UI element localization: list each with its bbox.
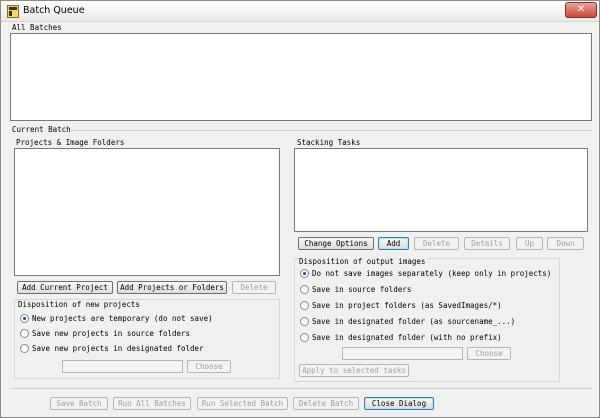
move-up-button[interactable]: Up bbox=[516, 237, 543, 250]
option-save-project-folders[interactable]: Save in project folders (as SavedImages/… bbox=[312, 301, 502, 310]
add-task-button[interactable]: Add bbox=[378, 237, 409, 250]
run-all-batches-button[interactable]: Run All Batches bbox=[113, 397, 191, 410]
current-batch-divider bbox=[71, 130, 592, 131]
apply-selected-tasks-button[interactable]: Apply to selected tasks bbox=[299, 364, 409, 377]
projects-folders-label: Projects & Image Folders bbox=[16, 138, 125, 147]
option-no-separate-save[interactable]: Do not save images separately (keep only… bbox=[312, 269, 551, 278]
change-options-button[interactable]: Change Options bbox=[298, 237, 374, 250]
new-projects-label: Disposition of new projects bbox=[18, 300, 142, 309]
projects-folders-list[interactable] bbox=[14, 148, 280, 276]
add-projects-folders-button[interactable]: Add Projects or Folders bbox=[117, 281, 227, 294]
option-temporary-projects[interactable]: New projects are temporary (do not save) bbox=[32, 314, 213, 323]
batch-queue-window: Batch Queue ✕ All Batches Current Batch … bbox=[0, 0, 600, 418]
all-batches-list[interactable] bbox=[10, 33, 592, 121]
stacking-tasks-label: Stacking Tasks bbox=[297, 138, 361, 147]
radio-save-source-folders[interactable] bbox=[20, 329, 29, 338]
radio-save-source[interactable] bbox=[300, 285, 309, 294]
stacking-tasks-list[interactable] bbox=[294, 148, 588, 232]
all-batches-label: All Batches bbox=[12, 23, 62, 32]
app-icon bbox=[7, 5, 19, 18]
close-window-button[interactable]: ✕ bbox=[565, 2, 597, 18]
radio-save-designated-folder[interactable] bbox=[20, 344, 29, 353]
delete-task-button[interactable]: Delete bbox=[414, 237, 459, 250]
option-save-designated-sourcename[interactable]: Save in designated folder (as sourcename… bbox=[312, 317, 515, 326]
move-down-button[interactable]: Down bbox=[547, 237, 584, 250]
add-current-project-button[interactable]: Add Current Project bbox=[17, 281, 113, 294]
option-save-source-folders[interactable]: Save new projects in source folders bbox=[32, 329, 190, 338]
radio-save-project-folders[interactable] bbox=[300, 301, 309, 310]
radio-temporary-projects[interactable] bbox=[20, 314, 29, 323]
radio-save-designated-sourcename[interactable] bbox=[300, 317, 309, 326]
radio-save-designated-no-prefix[interactable] bbox=[300, 333, 309, 342]
new-projects-choose-button[interactable]: Choose bbox=[187, 360, 231, 373]
option-save-designated-no-prefix[interactable]: Save in designated folder (with no prefi… bbox=[312, 333, 502, 342]
title-bar[interactable]: Batch Queue ✕ bbox=[1, 1, 599, 22]
output-folder-field[interactable] bbox=[342, 347, 463, 360]
close-dialog-button[interactable]: Close Dialog bbox=[364, 397, 434, 410]
save-batch-button[interactable]: Save Batch bbox=[50, 397, 108, 410]
run-selected-batch-button[interactable]: Run Selected Batch bbox=[197, 397, 288, 410]
option-save-source[interactable]: Save in source folders bbox=[312, 285, 411, 294]
footer-divider bbox=[10, 388, 592, 389]
current-batch-label: Current Batch bbox=[12, 125, 71, 134]
option-save-designated-folder[interactable]: Save new projects in designated folder bbox=[32, 344, 204, 353]
radio-no-separate-save[interactable] bbox=[300, 269, 309, 278]
close-icon: ✕ bbox=[576, 4, 586, 15]
output-images-label: Disposition of output images bbox=[299, 257, 428, 266]
output-choose-button[interactable]: Choose bbox=[467, 347, 511, 360]
delete-batch-button[interactable]: Delete Batch bbox=[293, 397, 359, 410]
new-projects-folder-field[interactable] bbox=[62, 360, 183, 373]
window-title: Batch Queue bbox=[23, 5, 85, 16]
details-task-button[interactable]: Details bbox=[464, 237, 510, 250]
delete-project-button[interactable]: Delete bbox=[232, 281, 276, 294]
